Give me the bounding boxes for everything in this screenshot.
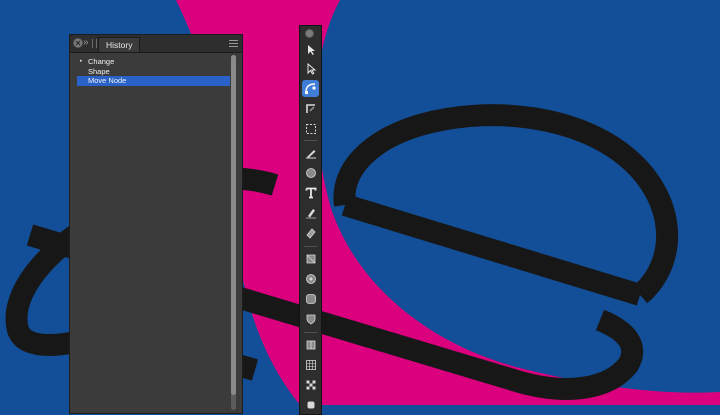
- history-panel: » History ▸ Change Shape Move Node: [69, 34, 243, 414]
- grid-tool-icon[interactable]: [302, 356, 319, 373]
- history-item-label: Change: [88, 57, 115, 66]
- text-tool-icon[interactable]: [302, 184, 319, 201]
- history-item-change[interactable]: ▸ Change: [77, 57, 230, 67]
- node-tool-icon[interactable]: [302, 80, 319, 97]
- history-list: ▸ Change Shape Move Node: [77, 57, 230, 86]
- ellipse-tool-icon[interactable]: [302, 164, 319, 181]
- node-tool-arrow-icon[interactable]: [302, 60, 319, 77]
- scrollbar-thumb[interactable]: [231, 55, 236, 395]
- history-scrollbar[interactable]: [231, 55, 236, 410]
- history-item-label: Move Node: [88, 76, 127, 85]
- transparency-tool-icon[interactable]: [302, 224, 319, 241]
- tool-divider: [304, 332, 317, 333]
- tool-divider: [304, 140, 317, 141]
- expand-arrow-icon[interactable]: ▸: [80, 57, 83, 67]
- panel-grip-handle[interactable]: [92, 39, 97, 48]
- close-panel-icon[interactable]: [73, 38, 83, 48]
- history-item-move-node[interactable]: Move Node: [77, 76, 230, 86]
- shape-tool-icon[interactable]: [302, 250, 319, 267]
- fill-tool-icon[interactable]: [302, 204, 319, 221]
- pattern-tool-icon[interactable]: [302, 376, 319, 393]
- tab-history[interactable]: History: [98, 37, 141, 52]
- corner-tool-icon[interactable]: [302, 100, 319, 117]
- close-panel-icon[interactable]: [305, 29, 314, 38]
- tools-panel: [299, 25, 322, 415]
- history-item-shape[interactable]: Shape: [77, 67, 230, 77]
- ellipse-shape-tool-icon[interactable]: [302, 270, 319, 287]
- tool-divider: [304, 246, 317, 247]
- collapse-panel-icon[interactable]: »: [83, 36, 89, 50]
- shield-tool-icon[interactable]: [302, 310, 319, 327]
- panel-menu-icon[interactable]: [229, 39, 238, 48]
- history-item-label: Shape: [88, 66, 110, 76]
- rounded-rect-tool-icon[interactable]: [302, 290, 319, 307]
- marquee-tool-icon[interactable]: [302, 120, 319, 137]
- crop-tool-icon[interactable]: [302, 336, 319, 353]
- pencil-tool-icon[interactable]: [302, 144, 319, 161]
- move-tool-icon[interactable]: [302, 41, 319, 58]
- history-panel-header: » History: [70, 35, 242, 53]
